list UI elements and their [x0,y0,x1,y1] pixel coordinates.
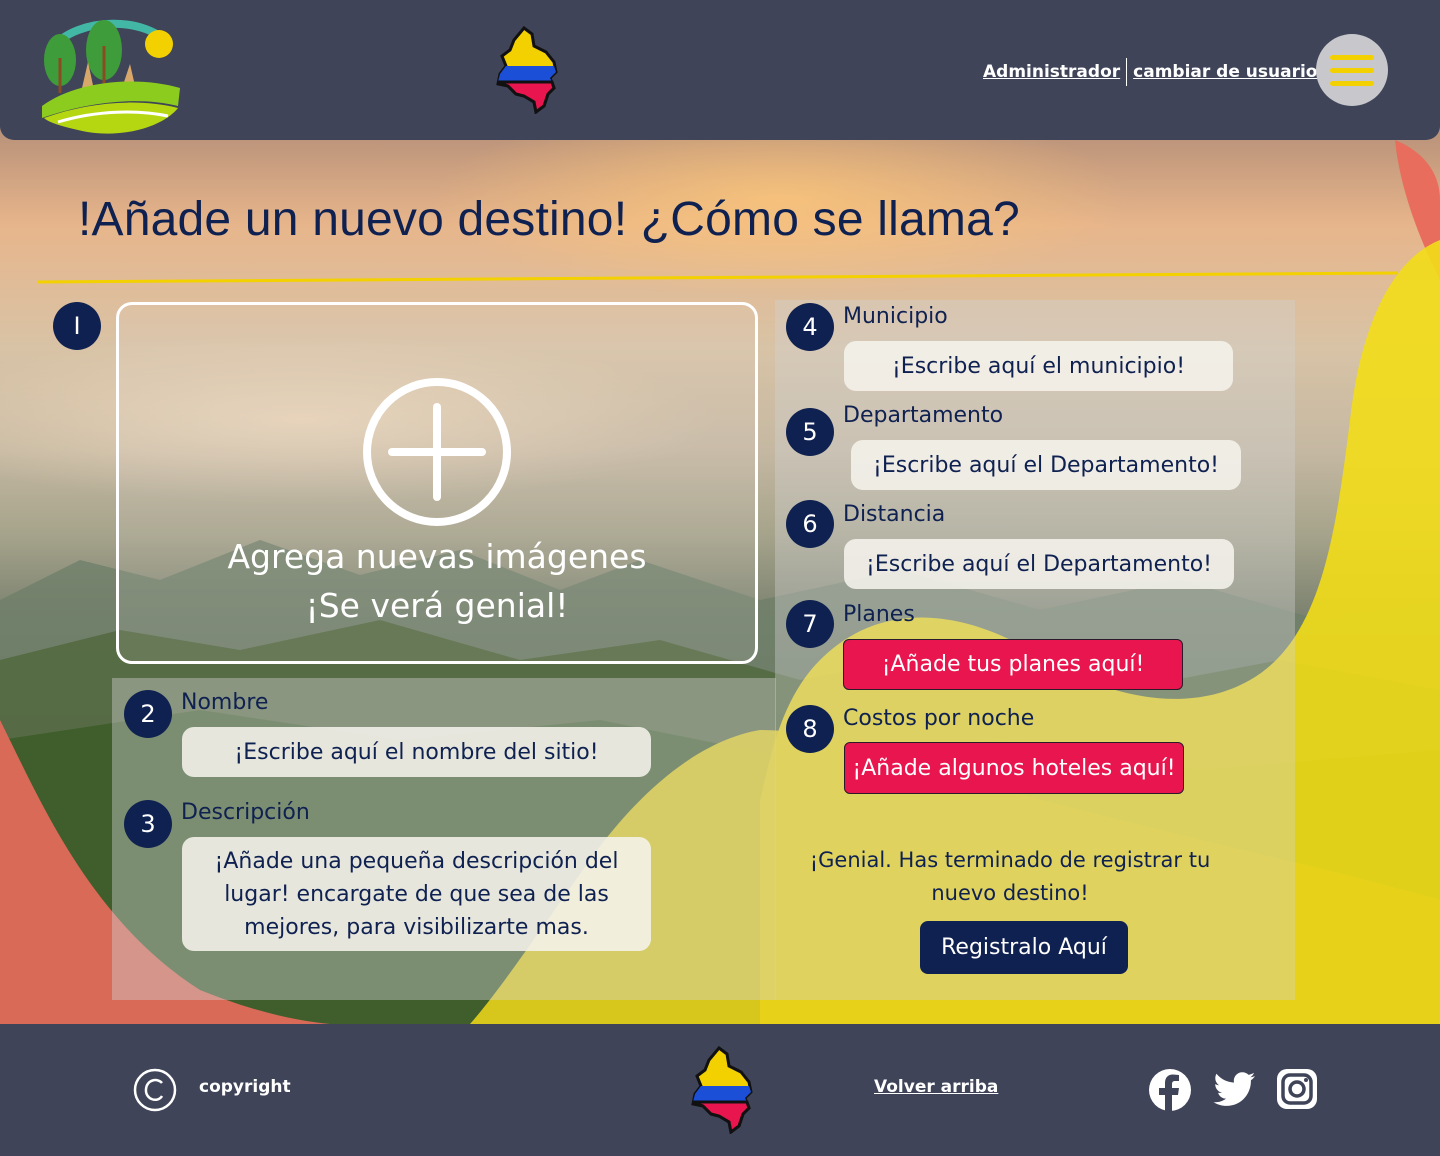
upload-title: Agrega nuevas imágenes [227,537,647,576]
costos-label: Costos por noche [843,706,1035,731]
add-plans-button[interactable]: ¡Añade tus planes aquí! [843,639,1183,690]
switch-user-link[interactable]: cambiar de usuario [1133,62,1317,82]
page-title: !Añade un nuevo destino! ¿Cómo se llama? [78,193,1020,246]
descripcion-textarea[interactable]: ¡Añade una pequeña descripción del lugar… [182,837,651,951]
register-button[interactable]: Registralo Aquí [920,921,1128,974]
step-number-3: 3 [124,800,172,848]
step-number-1: I [53,302,101,350]
distancia-label: Distancia [843,502,946,527]
step-number-5: 5 [786,408,834,456]
copyright-icon [133,1068,177,1112]
top-navbar: Administrador cambiar de usuario [0,0,1440,140]
nombre-label: Nombre [181,690,269,715]
distancia-input[interactable]: ¡Escribe aquí el Departamento! [844,539,1234,589]
plus-circle-icon [363,378,511,526]
title-underline [38,271,1399,284]
menu-icon[interactable] [1316,34,1388,106]
municipio-label: Municipio [843,304,948,329]
step-number-6: 6 [786,500,834,548]
step-number-7: 7 [786,600,834,648]
twitter-icon[interactable] [1213,1068,1257,1112]
municipio-input[interactable]: ¡Escribe aquí el municipio! [844,341,1233,391]
add-hotels-button[interactable]: ¡Añade algunos hoteles aquí! [844,742,1184,794]
step-number-4: 4 [786,303,834,351]
menu-line [1330,54,1374,60]
step-number-8: 8 [786,705,834,753]
menu-line [1330,80,1374,86]
completion-message: ¡Genial. Has terminado de registrar tu n… [809,848,1211,905]
step-number-2: 2 [124,690,172,738]
admin-link[interactable]: Administrador [983,62,1120,82]
planes-label: Planes [843,602,915,627]
colombia-map-icon [494,25,560,118]
descripcion-label: Descripción [181,800,310,825]
logo-icon[interactable] [38,18,183,142]
back-to-top-link[interactable]: Volver arriba [874,1077,998,1097]
colombia-map-icon [691,1046,753,1134]
instagram-icon[interactable] [1276,1068,1318,1110]
departamento-input[interactable]: ¡Escribe aquí el Departamento! [851,440,1241,490]
facebook-icon[interactable] [1148,1068,1192,1112]
link-divider [1126,58,1128,86]
image-upload-area[interactable]: Agrega nuevas imágenes ¡Se verá genial! [116,302,758,664]
departamento-label: Departamento [843,403,1004,428]
menu-line [1330,67,1374,73]
copyright-text: copyright [199,1077,291,1097]
upload-subtitle: ¡Se verá genial! [305,586,569,625]
nombre-input[interactable]: ¡Escribe aquí el nombre del sitio! [182,727,651,777]
user-links: Administrador cambiar de usuario [983,58,1317,86]
